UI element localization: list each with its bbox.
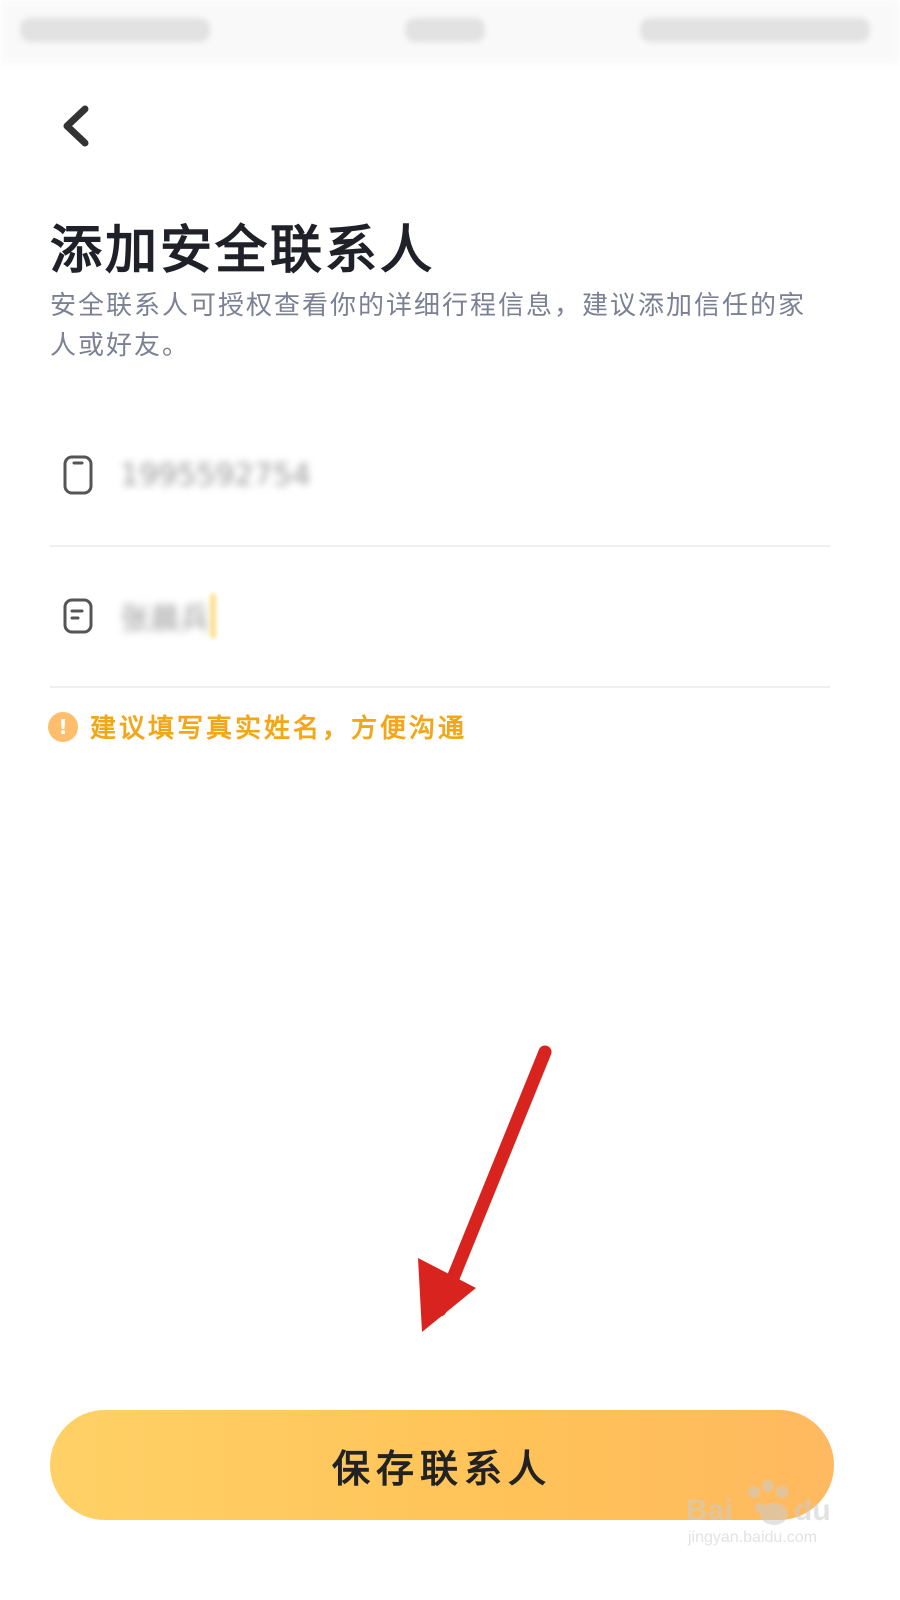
name-field[interactable] [50, 546, 830, 688]
status-signal [20, 18, 210, 42]
annotation-arrow-icon [400, 1040, 570, 1350]
svg-text:Bai: Bai [686, 1494, 733, 1527]
phone-input[interactable] [118, 456, 722, 494]
status-clock [405, 18, 485, 42]
back-button[interactable] [48, 100, 104, 156]
page-subtitle: 安全联系人可授权查看你的详细行程信息，建议添加信任的家人或好友。 [50, 291, 807, 361]
hint-text: 建议填写真实姓名，方便沟通 [90, 714, 468, 744]
text-cursor [210, 594, 216, 638]
svg-text:jingyan.baidu.com: jingyan.baidu.com [687, 1529, 817, 1546]
phone-icon [56, 453, 100, 497]
phone-field[interactable] [50, 405, 830, 547]
baidu-watermark-logo: Bai du jingyan.baidu.com [676, 1470, 876, 1550]
status-battery [640, 18, 870, 42]
page-title: 添加安全联系人 [50, 220, 436, 281]
chevron-left-icon [59, 105, 93, 151]
contact-card-icon [56, 594, 100, 638]
status-bar [0, 0, 900, 64]
name-hint: ! 建议填写真实姓名，方便沟通 [48, 708, 467, 745]
svg-text:du: du [794, 1494, 831, 1527]
exclamation-icon: ! [48, 711, 78, 742]
name-input[interactable] [118, 597, 722, 635]
